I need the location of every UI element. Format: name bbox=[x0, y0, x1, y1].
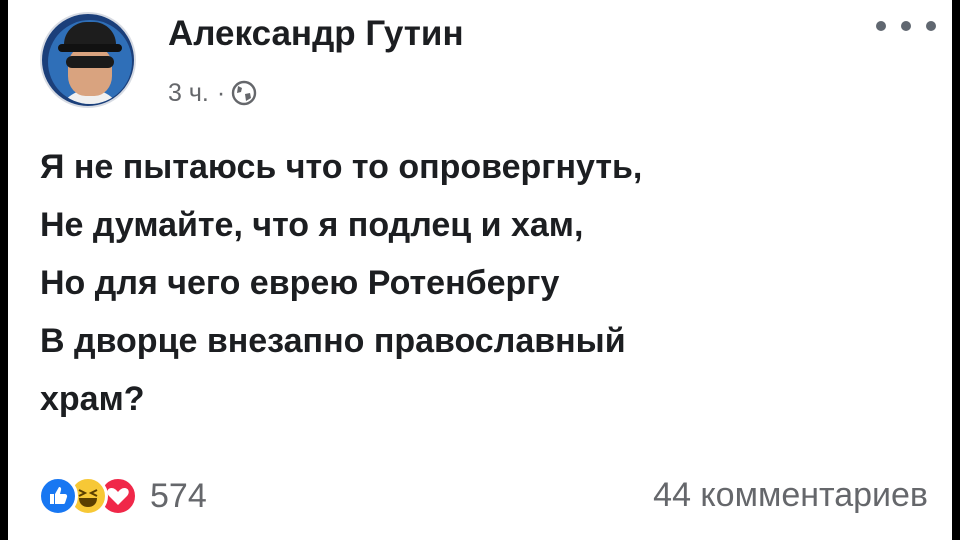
post-time[interactable]: 3 ч. bbox=[168, 79, 209, 108]
author-name[interactable]: Александр Гутин bbox=[168, 14, 464, 54]
post-text-line: Но для чего еврею Ротенбергу bbox=[40, 264, 560, 302]
post-meta: 3 ч. · bbox=[168, 76, 257, 110]
post-text-line: В дворце внезапно православный bbox=[40, 322, 626, 360]
post-text-line: храм? bbox=[40, 380, 145, 418]
post-card: Александр Гутин 3 ч. · Я не пытаюсь что … bbox=[8, 0, 952, 540]
meta-separator: · bbox=[216, 78, 226, 107]
globe-icon bbox=[231, 80, 257, 106]
avatar-photo bbox=[48, 20, 132, 104]
post-text-line: Я не пытаюсь что то опровергнуть, bbox=[40, 148, 643, 186]
post-footer: 574 44 комментариев bbox=[8, 468, 952, 524]
reactions-summary[interactable]: 574 bbox=[38, 474, 207, 518]
comments-link[interactable]: 44 комментариев bbox=[653, 476, 928, 515]
more-options-icon[interactable] bbox=[876, 14, 936, 38]
like-icon bbox=[38, 476, 78, 516]
post-text-line: Не думайте, что я подлец и хам, bbox=[40, 206, 584, 244]
post-header: Александр Гутин 3 ч. · bbox=[8, 0, 952, 120]
post-text: Я не пытаюсь что то опровергнуть, Не дум… bbox=[40, 138, 940, 428]
avatar[interactable] bbox=[40, 12, 136, 108]
reaction-count: 574 bbox=[150, 476, 207, 515]
